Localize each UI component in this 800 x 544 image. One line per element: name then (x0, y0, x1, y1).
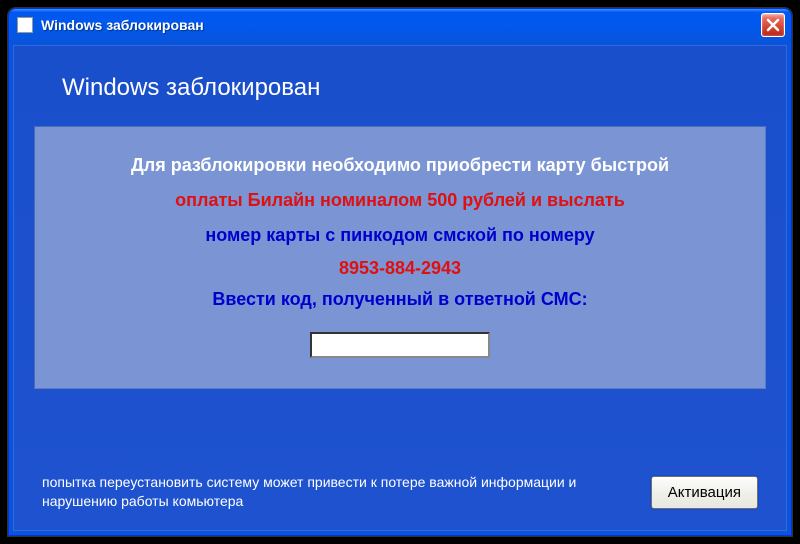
activate-button[interactable]: Активация (651, 476, 758, 509)
instruction-box: Для разблокировки необходимо приобрести … (34, 126, 766, 389)
instruction-line-1: Для разблокировки необходимо приобрести … (65, 155, 735, 176)
instruction-line-2: оплаты Билайн номиналом 500 рублей и выс… (65, 190, 735, 211)
app-icon (17, 17, 33, 33)
instruction-line-4: Ввести код, полученный в ответной СМС: (65, 289, 735, 310)
close-button[interactable] (761, 13, 785, 37)
window-title: Windows заблокирован (41, 17, 761, 33)
dialog-window: Windows заблокирован Windows заблокирова… (8, 8, 792, 536)
phone-number: 8953-884-2943 (65, 258, 735, 279)
inner-panel: Windows заблокирован Для разблокировки н… (13, 45, 787, 531)
window-body: Windows заблокирован Для разблокировки н… (9, 41, 791, 535)
warning-text: попытка переустановить систему может при… (42, 473, 651, 512)
instruction-line-3: номер карты с пинкодом смской по номеру (65, 225, 735, 246)
code-input[interactable] (310, 332, 490, 358)
titlebar: Windows заблокирован (9, 9, 791, 41)
footer: попытка переустановить систему может при… (14, 453, 786, 530)
close-icon (766, 18, 780, 32)
page-title: Windows заблокирован (14, 46, 786, 126)
